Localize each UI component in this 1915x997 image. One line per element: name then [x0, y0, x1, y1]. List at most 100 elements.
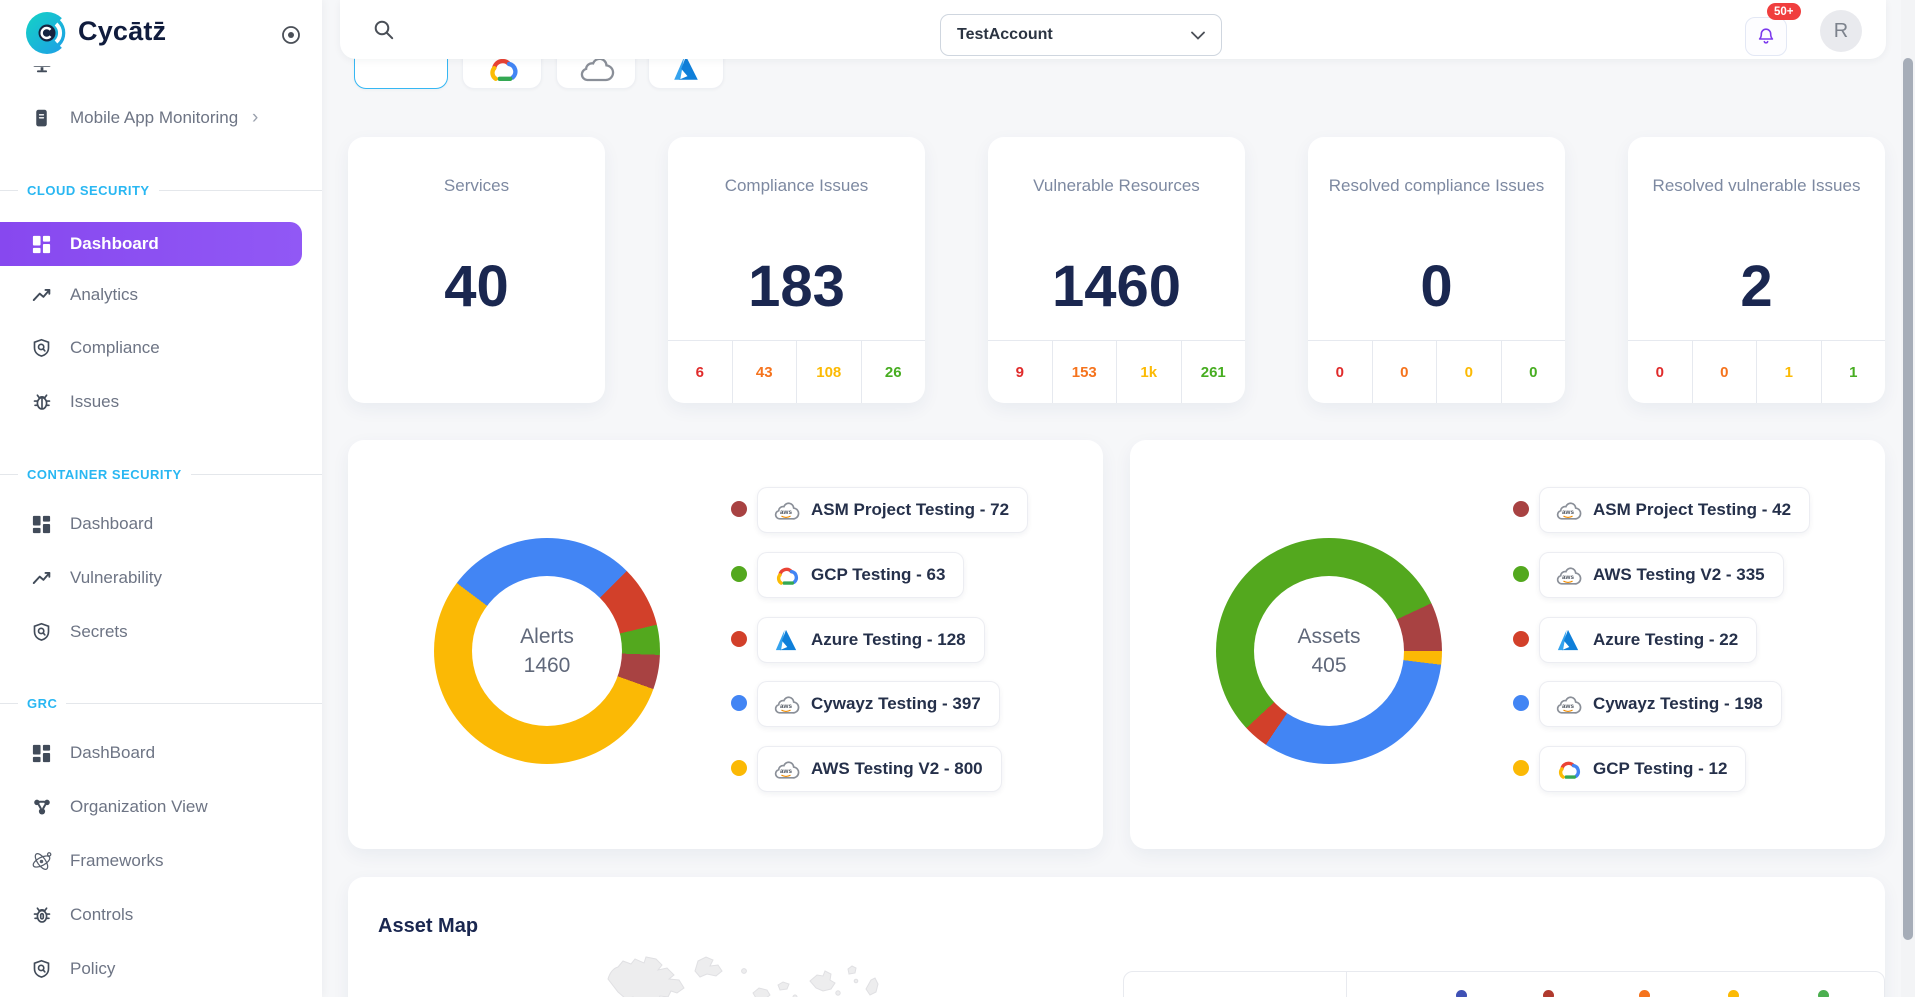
legend-dot — [731, 631, 747, 647]
donut-center-value: 405 — [1311, 653, 1347, 677]
asset-map-card: Asset Map — [348, 877, 1885, 997]
sidebar-item-label: Compliance — [70, 338, 160, 357]
sidebar-item-mobile-app-monitoring[interactable]: Mobile App Monitoring › — [0, 96, 322, 140]
donut-center-label: Assets — [1297, 624, 1361, 648]
stat-value: 0 — [1420, 254, 1453, 319]
aws-icon-label: aws — [780, 703, 792, 710]
mobile-icon — [30, 108, 53, 129]
legend-label: Azure Testing - 22 — [1593, 630, 1739, 649]
sidebar-item-policy[interactable]: Policy — [0, 947, 322, 991]
divider — [190, 473, 322, 475]
search-icon[interactable] — [372, 18, 396, 42]
sidebar-item-vulnerability[interactable]: Vulnerability — [0, 556, 322, 600]
aws-icon-label: aws — [1562, 703, 1574, 710]
severity-medium-count: 0 — [1436, 341, 1501, 403]
stat-value: 1460 — [1051, 254, 1182, 319]
legend-item-azure-testing[interactable]: Azure Testing - 128 — [757, 617, 985, 663]
org-nodes-icon — [30, 796, 53, 818]
stat-card-vulnerable-resources: Vulnerable Resources 1460 9 153 1k 261 — [988, 137, 1245, 403]
stat-card-services: Services 40 — [348, 137, 605, 403]
severity-high-count: 43 — [731, 341, 797, 403]
avatar[interactable]: R — [1820, 10, 1862, 52]
divider — [158, 189, 322, 191]
sidebar-item-label: Controls — [70, 905, 134, 924]
atom-icon — [30, 850, 53, 873]
aws-cloud-icon: aws — [1554, 500, 1582, 520]
account-selector[interactable]: TestAccount — [940, 14, 1222, 56]
sidebar-item-label: Organization View — [70, 797, 208, 816]
donut-center-value: 1460 — [523, 653, 571, 677]
legend-dot — [731, 695, 747, 711]
legend-label: Azure Testing - 128 — [811, 630, 966, 649]
legend-label: GCP Testing - 63 — [811, 565, 946, 584]
topbar: TestAccount 50+ R — [340, 0, 1886, 59]
brand-logo-icon — [26, 12, 72, 54]
severity-critical-count: 0 — [1335, 363, 1344, 381]
stat-card-compliance-issues: Compliance Issues 183 6 43 108 26 — [668, 137, 925, 403]
sidebar-item-dashboard-grc[interactable]: DashBoard — [0, 731, 322, 775]
sidebar: › Mobile App Monitoring › CLOUD SECURITY… — [0, 0, 322, 997]
sidebar-item-frameworks[interactable]: Frameworks — [0, 839, 322, 883]
sidebar-item-issues[interactable]: Issues — [0, 380, 322, 424]
legend-item-gcp-testing[interactable]: GCP Testing - 12 — [1539, 746, 1747, 792]
legend-item-aws-testing-v2[interactable]: aws AWS Testing V2 - 335 — [1539, 552, 1784, 598]
sidebar-item-secrets[interactable]: Secrets — [0, 610, 322, 654]
sidebar-item-analytics[interactable]: Analytics — [0, 273, 322, 317]
sidebar-item-organization-view[interactable]: Organization View — [0, 785, 322, 829]
legend-label: ASM Project Testing - 72 — [811, 500, 1010, 519]
severity-breakdown: 9 153 1k 261 — [988, 340, 1245, 403]
alerts-chart-card: Alerts 1460 aws ASM Project Testing - 72… — [348, 440, 1103, 849]
azure-icon — [1554, 628, 1582, 652]
sidebar-item-label: Dashboard — [70, 234, 159, 253]
trend-icon — [30, 284, 53, 306]
legend-label: AWS Testing V2 - 335 — [1593, 565, 1765, 584]
sidebar-item-dashboard-container[interactable]: Dashboard — [0, 502, 322, 546]
sidebar-item-dashboard-cloud[interactable]: Dashboard — [0, 222, 302, 266]
donut-center-label: Alerts — [520, 624, 574, 648]
aws-icon-label: aws — [1562, 574, 1574, 581]
sidebar-toggle-icon[interactable] — [281, 25, 301, 45]
legend-item-cywayz-testing[interactable]: aws Cywayz Testing - 198 — [1539, 681, 1782, 727]
legend-item-gcp-testing[interactable]: GCP Testing - 63 — [757, 552, 965, 598]
chevron-right-icon: › — [252, 107, 259, 128]
notification-badge: 50+ — [1767, 3, 1801, 20]
dashboard-page: › Mobile App Monitoring › CLOUD SECURITY… — [0, 0, 1915, 997]
severity-breakdown: 6 43 108 26 — [668, 340, 925, 403]
stat-card-resolved-compliance: Resolved compliance Issues 0 0 0 0 0 — [1308, 137, 1565, 403]
legend-item-azure-testing[interactable]: Azure Testing - 22 — [1539, 617, 1758, 663]
section-label: CONTAINER SECURITY — [27, 466, 182, 482]
divider — [0, 189, 18, 191]
map-legend-dot — [1818, 990, 1829, 997]
dashboard-grid-icon — [30, 234, 53, 255]
bell-icon — [1758, 28, 1774, 44]
legend-item-asm-project-testing[interactable]: aws ASM Project Testing - 72 — [757, 487, 1029, 533]
sidebar-item-controls[interactable]: Controls — [0, 893, 322, 937]
severity-critical-count: 6 — [695, 363, 704, 381]
sidebar-item-label: Analytics — [70, 285, 139, 304]
aws-cloud-icon: aws — [1554, 694, 1582, 714]
alerts-donut-center: Alerts 1460 — [434, 538, 660, 764]
divider — [1346, 972, 1347, 997]
scrollbar-thumb[interactable] — [1903, 58, 1913, 940]
stat-value: 40 — [444, 254, 509, 319]
legend-dot — [1513, 566, 1529, 582]
sidebar-item-label: DashBoard — [70, 743, 156, 762]
azure-icon — [671, 54, 701, 88]
legend-item-cywayz-testing[interactable]: aws Cywayz Testing - 397 — [757, 681, 1000, 727]
stat-title: Resolved compliance Issues — [1328, 176, 1545, 195]
sidebar-item-compliance[interactable]: Compliance — [0, 326, 322, 370]
trend-icon — [30, 567, 53, 589]
assets-chart-card: Assets 405 aws ASM Project Testing - 42 … — [1130, 440, 1885, 849]
legend-item-asm-project-testing[interactable]: aws ASM Project Testing - 42 — [1539, 487, 1811, 533]
notifications-button[interactable] — [1745, 17, 1787, 56]
legend-item-aws-testing-v2[interactable]: aws AWS Testing V2 - 800 — [757, 746, 1002, 792]
chevron-down-icon — [1191, 31, 1205, 40]
shield-icon — [30, 958, 53, 980]
assets-donut-center: Assets 405 — [1216, 538, 1442, 764]
sidebar-item-label: Frameworks — [70, 851, 164, 870]
severity-low-count: 261 — [1180, 341, 1246, 403]
asset-map-title: Asset Map — [378, 915, 479, 937]
aws-cloud-icon: aws — [1554, 565, 1582, 585]
legend-dot — [731, 760, 747, 776]
brand-name: Cycātz̄ — [78, 16, 167, 46]
